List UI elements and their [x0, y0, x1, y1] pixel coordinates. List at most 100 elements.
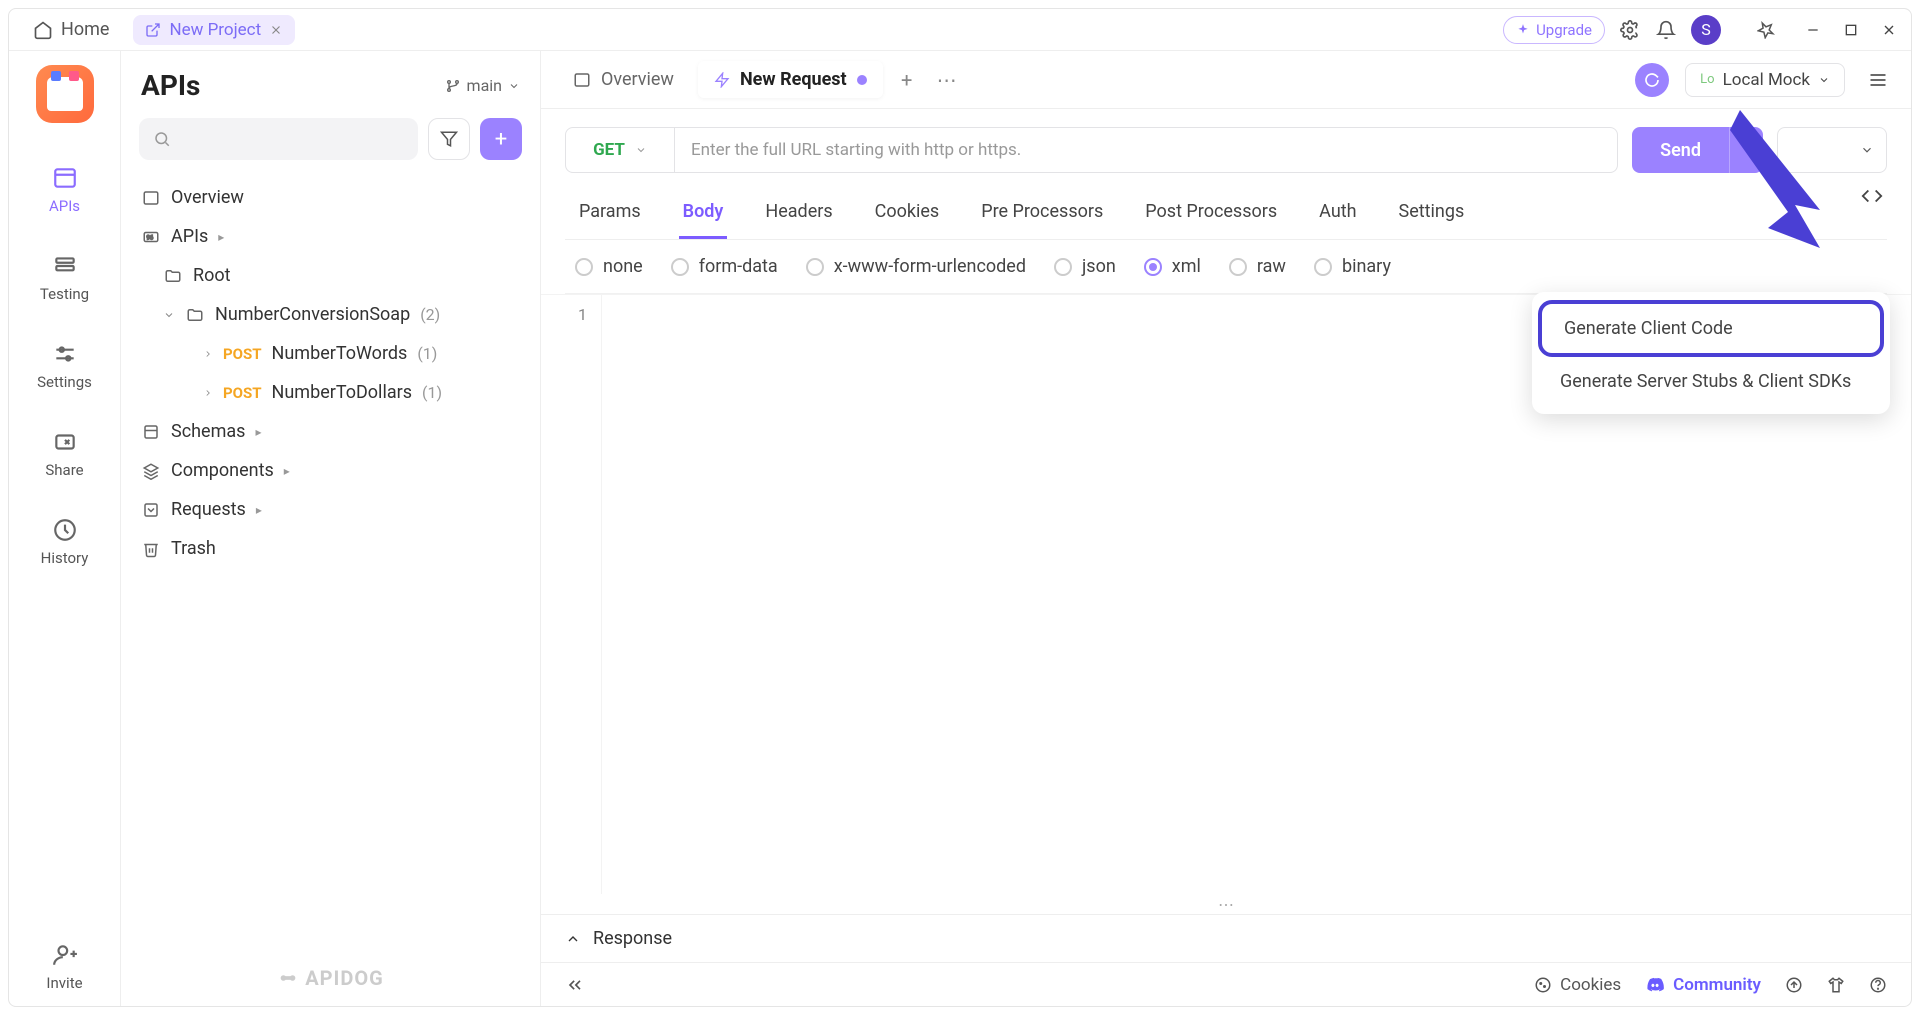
- upgrade-button[interactable]: Upgrade: [1503, 16, 1605, 44]
- bodytype-binary[interactable]: binary: [1314, 256, 1391, 277]
- generate-code-dropdown: Generate Client Code Generate Server Stu…: [1532, 292, 1890, 414]
- settings-gear-icon[interactable]: [1619, 19, 1641, 41]
- tree-schemas[interactable]: Schemas ▸: [129, 412, 532, 451]
- add-tab-button[interactable]: +: [891, 64, 923, 96]
- avatar[interactable]: S: [1691, 15, 1721, 45]
- tree-folder[interactable]: NumberConversionSoap (2): [129, 295, 532, 334]
- refresh-icon: [1644, 72, 1660, 88]
- more-tabs-icon[interactable]: ⋯: [931, 64, 963, 96]
- subtab-headers[interactable]: Headers: [761, 191, 836, 239]
- subtab-auth[interactable]: Auth: [1315, 191, 1360, 239]
- nav-label: Share: [45, 461, 83, 479]
- external-link-icon: [145, 22, 161, 38]
- nav-settings[interactable]: Settings: [9, 327, 120, 405]
- upgrade-label: Upgrade: [1536, 21, 1592, 39]
- cookie-icon: [1534, 976, 1552, 994]
- env-refresh-button[interactable]: [1635, 63, 1669, 97]
- components-icon: [141, 461, 161, 481]
- bodytype-urlencoded[interactable]: x-www-form-urlencoded: [806, 256, 1026, 277]
- nav-label: APIs: [49, 197, 80, 215]
- tree-apis[interactable]: 96 APIs ▸: [129, 217, 532, 256]
- share-icon: [52, 429, 78, 455]
- dropdown-generate-stubs[interactable]: Generate Server Stubs & Client SDKs: [1538, 357, 1884, 406]
- chevron-down-icon: [1818, 74, 1830, 86]
- environment-selector[interactable]: Lo Local Mock: [1685, 63, 1845, 97]
- nav-label: Invite: [46, 974, 82, 992]
- hamburger-icon[interactable]: [1861, 63, 1895, 97]
- tree-components[interactable]: Components ▸: [129, 451, 532, 490]
- tree-requests[interactable]: Requests ▸: [129, 490, 532, 529]
- chevron-down-icon: [508, 80, 520, 92]
- bodytype-none[interactable]: none: [575, 256, 643, 277]
- folder-icon: [185, 305, 205, 325]
- api-icon: 96: [141, 227, 161, 247]
- chevron-right-icon: [203, 349, 213, 359]
- subtab-preprocessors[interactable]: Pre Processors: [977, 191, 1107, 239]
- app-logo[interactable]: [36, 65, 94, 123]
- search-input[interactable]: [139, 118, 418, 160]
- help-icon[interactable]: [1869, 976, 1887, 994]
- sidepanel-title: APIs: [141, 69, 200, 102]
- nav-apis[interactable]: APIs: [9, 151, 120, 229]
- branch-icon: [445, 78, 461, 94]
- drag-handle[interactable]: ⋯: [541, 894, 1911, 914]
- filter-icon: [440, 130, 458, 148]
- annotation-arrow: [1720, 100, 1860, 260]
- tree-root[interactable]: Root: [129, 256, 532, 295]
- overview-icon: [141, 188, 161, 208]
- close-window-icon[interactable]: [1881, 22, 1897, 38]
- history-icon: [52, 517, 78, 543]
- bodytype-json[interactable]: json: [1054, 256, 1116, 277]
- branch-selector[interactable]: main: [445, 76, 520, 95]
- chevron-down-icon: [163, 309, 175, 321]
- add-button[interactable]: +: [480, 118, 522, 160]
- subtab-body[interactable]: Body: [679, 191, 728, 239]
- home-tab[interactable]: Home: [23, 15, 119, 44]
- nav-invite[interactable]: Invite: [9, 928, 120, 1006]
- nav-label: Testing: [40, 285, 89, 303]
- tree-endpoint[interactable]: POST NumberToDollars (1): [129, 373, 532, 412]
- chevron-down-icon: [1860, 143, 1874, 157]
- tab-new-request[interactable]: New Request: [698, 61, 883, 98]
- tree-trash[interactable]: Trash: [129, 529, 532, 568]
- sparkle-icon: [1516, 23, 1530, 37]
- overview-icon: [573, 71, 591, 89]
- minimize-icon[interactable]: [1805, 22, 1821, 38]
- bodytype-formdata[interactable]: form-data: [671, 256, 778, 277]
- subtab-cookies[interactable]: Cookies: [871, 191, 944, 239]
- bodytype-raw[interactable]: raw: [1229, 256, 1286, 277]
- subtab-postprocessors[interactable]: Post Processors: [1141, 191, 1281, 239]
- apis-icon: [52, 165, 78, 191]
- close-icon[interactable]: [269, 23, 283, 37]
- subtab-params[interactable]: Params: [575, 191, 645, 239]
- upload-icon[interactable]: [1785, 976, 1803, 994]
- bell-icon[interactable]: [1655, 19, 1677, 41]
- tree-overview[interactable]: Overview: [129, 178, 532, 217]
- nav-testing[interactable]: Testing: [9, 239, 120, 317]
- status-cookies[interactable]: Cookies: [1534, 975, 1621, 995]
- collapse-icon[interactable]: [565, 975, 585, 995]
- folder-icon: [163, 266, 183, 286]
- maximize-icon[interactable]: [1843, 22, 1859, 38]
- url-input[interactable]: Enter the full URL starting with http or…: [675, 127, 1618, 173]
- response-toggle[interactable]: Response: [541, 914, 1911, 962]
- discord-icon: [1645, 975, 1665, 995]
- method-selector[interactable]: GET: [565, 127, 675, 173]
- tab-overview[interactable]: Overview: [557, 61, 690, 98]
- subtab-settings[interactable]: Settings: [1395, 191, 1469, 239]
- bodytype-xml[interactable]: xml: [1144, 256, 1201, 277]
- filter-button[interactable]: [428, 118, 470, 160]
- chevron-up-icon: [565, 931, 581, 947]
- nav-share[interactable]: Share: [9, 415, 120, 493]
- pin-icon[interactable]: [1755, 19, 1777, 41]
- generate-code-icon[interactable]: [1861, 185, 1883, 207]
- dropdown-generate-client[interactable]: Generate Client Code: [1538, 300, 1884, 357]
- tree-endpoint[interactable]: POST NumberToWords (1): [129, 334, 532, 373]
- shirt-icon[interactable]: [1827, 976, 1845, 994]
- home-label: Home: [61, 19, 109, 40]
- project-tab[interactable]: New Project: [133, 15, 295, 45]
- nav-history[interactable]: History: [9, 503, 120, 581]
- status-community[interactable]: Community: [1645, 975, 1761, 995]
- svg-text:96: 96: [147, 234, 154, 241]
- chevron-down-icon: [635, 144, 647, 156]
